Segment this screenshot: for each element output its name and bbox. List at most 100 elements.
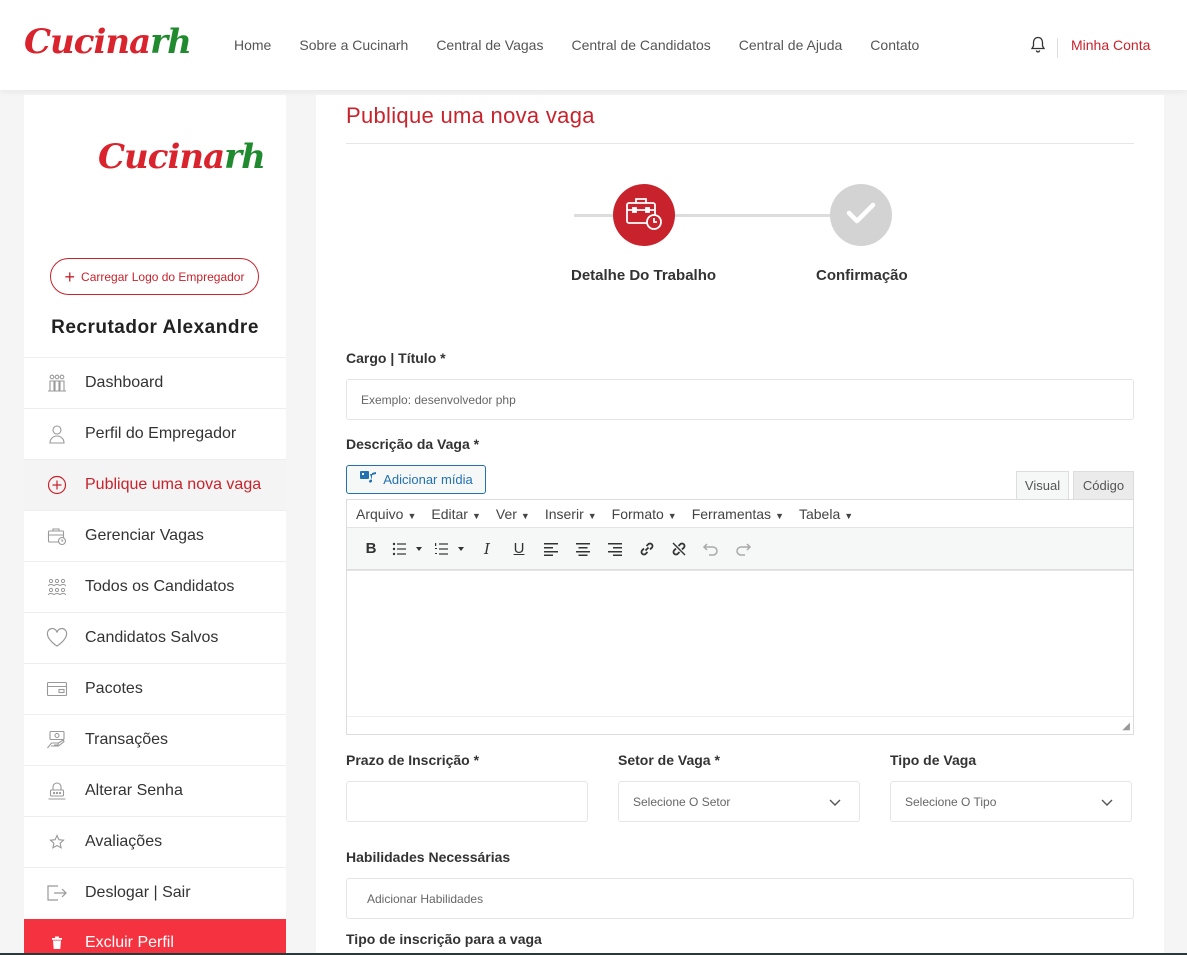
sidebar-item-label: Pacotes — [85, 680, 143, 697]
sidebar-item-manage-jobs[interactable]: Gerenciar Vagas — [24, 510, 286, 561]
italic-icon[interactable]: I — [475, 537, 499, 561]
sidebar-item-label: Gerenciar Vagas — [85, 527, 204, 544]
plus-icon: + — [64, 266, 76, 287]
editor-menu-label: Formato — [611, 505, 664, 522]
nav-about[interactable]: Sobre a Cucinarh — [299, 37, 408, 53]
sidebar-item-label: Publique uma nova vaga — [85, 476, 262, 493]
underline-icon[interactable]: U — [507, 537, 531, 561]
logout-icon — [46, 882, 68, 904]
deadline-input[interactable] — [346, 781, 588, 822]
editor-menu-tools[interactable]: Ferramentas ▼ — [692, 506, 784, 522]
sidebar: Cucinarh + Carregar Logo do Empregador R… — [24, 95, 286, 955]
brand-logo-part2: rh — [150, 22, 192, 62]
brand-logo[interactable]: Cucinarh — [24, 22, 192, 62]
briefcase-icon — [46, 525, 68, 547]
caret-down-icon: ▼ — [520, 510, 530, 521]
unlink-icon[interactable] — [667, 537, 691, 561]
employer-logo: Cucinarh — [98, 137, 266, 177]
sidebar-item-dashboard[interactable]: Dashboard — [24, 357, 286, 408]
caret-down-icon: ▼ — [775, 510, 784, 521]
sidebar-item-label: Excluir Perfil — [85, 934, 174, 951]
chevron-down-icon — [1101, 796, 1113, 808]
sidebar-item-packages[interactable]: Pacotes — [24, 663, 286, 714]
editor-text-area[interactable] — [347, 570, 1133, 715]
bell-icon[interactable] — [1030, 36, 1046, 54]
nav-contact[interactable]: Contato — [870, 37, 919, 53]
caret-down-icon: ▼ — [587, 510, 597, 521]
sidebar-item-label: Transações — [85, 731, 168, 748]
add-media-button[interactable]: Adicionar mídia — [346, 465, 486, 494]
main-content: Publique uma nova vaga Detalhe Do Trabal… — [316, 95, 1164, 955]
editor-menu-format[interactable]: Formato ▼ — [612, 506, 677, 522]
nav-help[interactable]: Central de Ajuda — [739, 37, 843, 53]
sidebar-item-post-job[interactable]: Publique uma nova vaga — [24, 459, 286, 510]
editor-menu-edit[interactable]: Editar ▼ — [431, 506, 481, 522]
editor-menu-file[interactable]: Arquivo ▼ — [356, 506, 416, 522]
bullet-list-icon[interactable] — [391, 537, 425, 561]
header-divider — [1057, 38, 1058, 58]
undo-icon[interactable] — [699, 537, 723, 561]
sector-label: Setor de Vaga * — [618, 752, 720, 768]
heart-icon — [46, 627, 68, 649]
editor-menu-label: Ferramentas — [691, 505, 772, 522]
sidebar-item-label: Avaliações — [85, 833, 163, 850]
rich-text-editor: Arquivo ▼ Editar ▼ Ver ▼ Inserir ▼ Formato ▼ … — [346, 499, 1134, 735]
link-icon[interactable] — [635, 537, 659, 561]
star-icon — [46, 831, 68, 853]
sidebar-item-label: Candidatos Salvos — [85, 629, 219, 646]
check-icon — [845, 200, 877, 231]
sidebar-item-logout[interactable]: Deslogar | Sair — [24, 867, 286, 918]
sidebar-item-label: Deslogar | Sair — [85, 884, 191, 901]
type-select[interactable]: Selecione O Tipo — [890, 781, 1132, 822]
tab-code[interactable]: Código — [1073, 471, 1134, 500]
sidebar-item-all-candidates[interactable]: Todos os Candidatos — [24, 561, 286, 612]
sidebar-item-label: Todos os Candidatos — [85, 578, 235, 595]
editor-menu-view[interactable]: Ver ▼ — [496, 506, 530, 522]
sidebar-item-employer-profile[interactable]: Perfil do Empregador — [24, 408, 286, 459]
sidebar-item-reviews[interactable]: Avaliações — [24, 816, 286, 867]
resize-handle-icon[interactable]: ◢ — [1122, 721, 1130, 732]
editor-statusbar: ◢ — [347, 716, 1133, 734]
upload-logo-button[interactable]: + Carregar Logo do Empregador — [50, 258, 259, 295]
step-job-details — [613, 184, 675, 246]
title-label: Cargo | Título * — [346, 350, 446, 366]
caret-down-icon: ▼ — [407, 510, 417, 521]
caret-down-icon: ▼ — [844, 510, 854, 521]
deadline-label: Prazo de Inscrição * — [346, 752, 480, 768]
align-left-icon[interactable] — [539, 537, 563, 561]
sidebar-item-delete-profile[interactable]: Excluir Perfil — [24, 919, 286, 955]
user-icon — [46, 423, 68, 445]
nav-candidates[interactable]: Central de Candidatos — [571, 37, 710, 53]
title-input[interactable]: Exemplo: desenvolvedor php — [346, 379, 1134, 420]
sidebar-item-saved-candidates[interactable]: Candidatos Salvos — [24, 612, 286, 663]
sidebar-item-label: Perfil do Empregador — [85, 425, 237, 442]
top-header: Cucinarh Home Sobre a Cucinarh Central d… — [0, 0, 1187, 90]
skills-label: Habilidades Necessárias — [346, 849, 511, 865]
editor-menu-table[interactable]: Tabela ▼ — [799, 506, 853, 522]
briefcase-clock-icon — [625, 195, 663, 236]
nav-home[interactable]: Home — [234, 37, 271, 53]
align-right-icon[interactable] — [603, 537, 627, 561]
bold-icon[interactable]: B — [359, 537, 383, 561]
editor-menu-insert[interactable]: Inserir ▼ — [545, 506, 597, 522]
editor-menubar: Arquivo ▼ Editar ▼ Ver ▼ Inserir ▼ Formato ▼ … — [347, 500, 1133, 528]
type-selected-value: Selecione O Tipo — [905, 794, 997, 809]
nav-jobs[interactable]: Central de Vagas — [436, 37, 543, 53]
sidebar-item-change-password[interactable]: Alterar Senha — [24, 765, 286, 816]
sidebar-item-transactions[interactable]: Transações — [24, 714, 286, 765]
step-label-confirmation: Confirmação — [816, 267, 908, 284]
skills-placeholder: Adicionar Habilidades — [367, 891, 484, 906]
caret-down-icon: ▼ — [667, 510, 677, 521]
title-placeholder: Exemplo: desenvolvedor php — [361, 392, 516, 407]
sector-select[interactable]: Selecione O Setor — [618, 781, 860, 822]
align-center-icon[interactable] — [571, 537, 595, 561]
redo-icon[interactable] — [731, 537, 755, 561]
numbered-list-icon[interactable] — [433, 537, 467, 561]
trash-icon — [46, 932, 68, 954]
application-type-label: Tipo de inscrição para a vaga — [346, 931, 542, 947]
add-media-label: Adicionar mídia — [383, 472, 473, 487]
account-link[interactable]: Minha Conta — [1071, 37, 1150, 53]
media-icon — [359, 470, 377, 489]
tab-visual[interactable]: Visual — [1016, 471, 1069, 500]
skills-input[interactable]: Adicionar Habilidades — [346, 878, 1134, 919]
